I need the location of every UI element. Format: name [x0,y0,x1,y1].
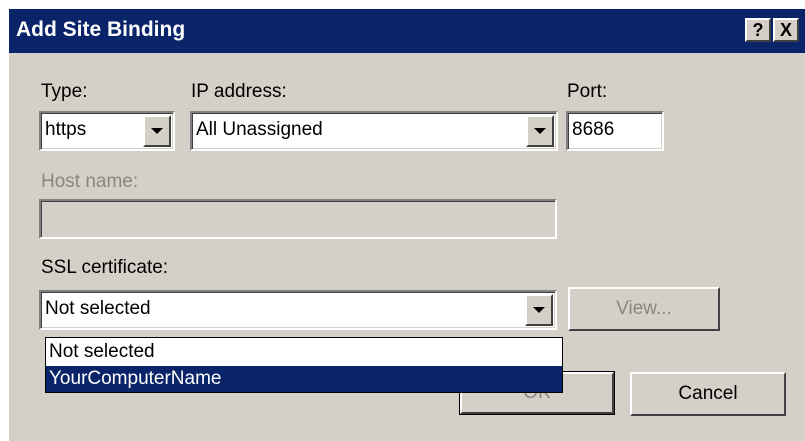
host-name-input[interactable] [39,199,557,239]
ip-address-select[interactable]: All Unassigned [190,111,558,151]
ip-address-dropdown-button[interactable] [526,115,554,147]
ssl-certificate-dropdown-list: Not selected YourComputerName [45,337,563,393]
ssl-certificate-label: SSL certificate: [41,257,169,278]
type-label: Type: [41,81,88,102]
ssl-option-not-selected[interactable]: Not selected [46,339,562,365]
cancel-button[interactable]: Cancel [630,372,786,416]
type-value: https [45,119,87,140]
type-select[interactable]: https [39,111,175,151]
ssl-certificate-value: Not selected [45,298,151,319]
ssl-certificate-select[interactable]: Not selected [39,290,557,330]
type-dropdown-button[interactable] [143,115,171,147]
view-button[interactable]: View... [568,287,720,331]
port-value: 8686 [572,119,615,140]
dialog-title: Add Site Binding [16,18,186,41]
chevron-down-icon [533,307,545,313]
add-site-binding-dialog: Add Site Binding ? X Type: https IP addr… [8,8,805,441]
ssl-dropdown-button[interactable] [525,294,553,326]
host-name-label: Host name: [41,171,139,192]
ip-address-label: IP address: [191,81,287,102]
port-label: Port: [567,81,608,102]
port-input[interactable]: 8686 [566,111,664,151]
help-button[interactable]: ? [745,18,771,42]
title-bar: Add Site Binding ? X [9,9,805,53]
ssl-option-yourcomputername[interactable]: YourComputerName [46,366,562,392]
close-button[interactable]: X [773,18,799,42]
chevron-down-icon [534,128,546,134]
chevron-down-icon [151,128,163,134]
ip-address-value: All Unassigned [196,119,323,140]
